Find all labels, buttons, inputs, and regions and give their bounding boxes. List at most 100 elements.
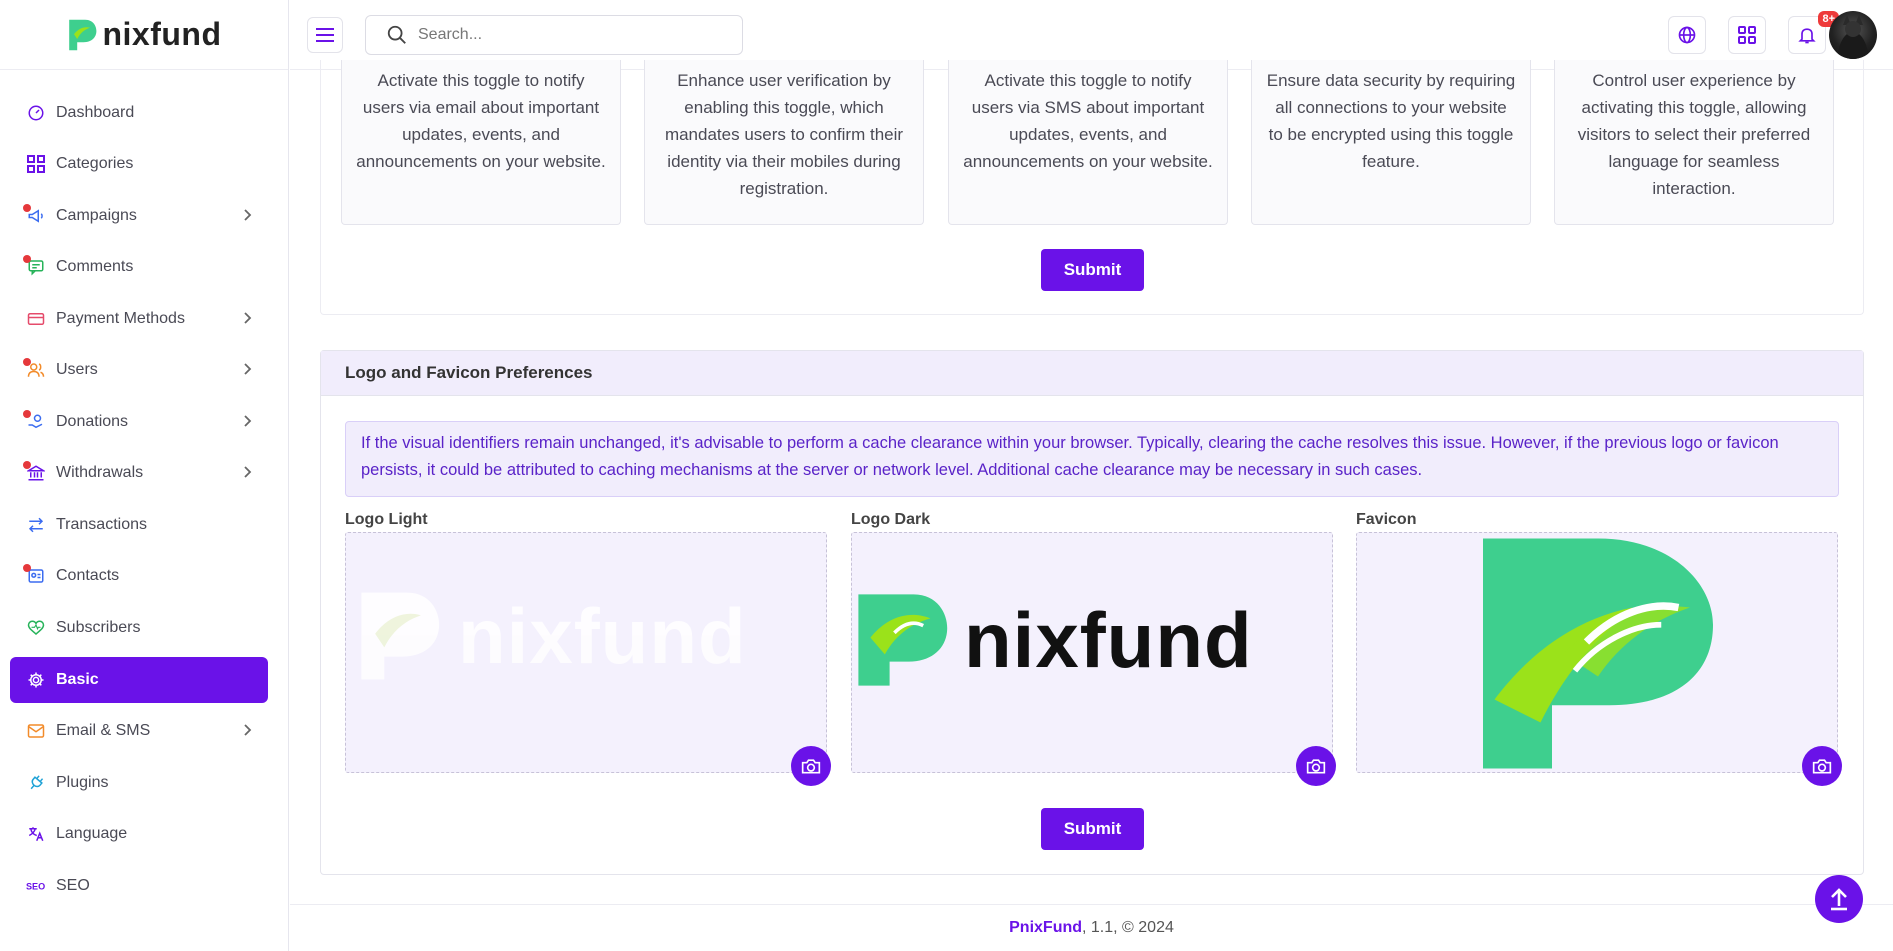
- favicon-label: Favicon: [1356, 511, 1417, 528]
- footer-brand-link[interactable]: PnixFund: [1009, 919, 1082, 937]
- sidebar-item-label: Users: [56, 361, 98, 379]
- mail-icon: [26, 721, 46, 741]
- gear-icon: [26, 670, 46, 690]
- chevron-right-icon: [244, 208, 252, 224]
- sidebar-item-campaigns[interactable]: Campaigns: [10, 190, 268, 242]
- logo-dark-wordmark: nixfund: [964, 595, 1253, 684]
- language-button[interactable]: [1668, 16, 1706, 54]
- search-icon: [387, 25, 406, 44]
- sidebar-item-comments[interactable]: Comments: [10, 242, 268, 294]
- dashboard-icon: [26, 103, 46, 123]
- grid-icon: [26, 154, 46, 174]
- feature-description: Activate this toggle to notify users via…: [356, 71, 606, 171]
- sidebar-item-language[interactable]: Language: [10, 809, 268, 861]
- bank-icon: [23, 461, 46, 483]
- globe-icon: [1678, 26, 1696, 44]
- nixfund-logo-icon: [361, 592, 440, 680]
- sidebar-item-basic[interactable]: Basic: [10, 656, 268, 703]
- card-icon: [26, 309, 46, 329]
- footer-meta: , 1.1, © 2024: [1082, 919, 1174, 936]
- favicon-upload[interactable]: [1356, 532, 1838, 773]
- logo-dark-label: Logo Dark: [851, 511, 931, 528]
- brand[interactable]: nixfund: [0, 0, 288, 70]
- logo-dark-preview: nixfund: [856, 588, 1253, 692]
- toggle-settings-card: Activate this toggle to notify users via…: [320, 60, 1864, 315]
- sidebar-item-label: Transactions: [56, 515, 147, 533]
- user-avatar[interactable]: [1829, 11, 1877, 59]
- sidebar-item-label: Contacts: [56, 567, 120, 585]
- chevron-right-icon: [244, 311, 252, 327]
- nixfund-logo-icon: [69, 19, 97, 50]
- sidebar-item-users[interactable]: Users: [10, 345, 268, 397]
- heart-icon: [26, 618, 46, 638]
- submit-toggles-button[interactable]: Submit: [1041, 249, 1144, 291]
- sidebar-menu: Dashboard Categories Campaigns Comments Paym…: [0, 70, 288, 912]
- scroll-to-top-button[interactable]: [1815, 875, 1863, 923]
- sidebar-item-label: Campaigns: [56, 206, 137, 224]
- feature-card-mobile-verification: Enhance user verification by enabling th…: [644, 60, 924, 225]
- sidebar-item-label: Donations: [56, 412, 129, 430]
- svg-text:SEO: SEO: [26, 881, 45, 891]
- search-input[interactable]: [418, 26, 718, 44]
- arrow-up-icon: [1831, 888, 1847, 911]
- search-box[interactable]: [365, 15, 743, 55]
- notifications-button[interactable]: 8+: [1788, 11, 1839, 54]
- cache-info-alert: If the visual identifiers remain unchang…: [345, 421, 1839, 497]
- brand-logo: nixfund: [66, 16, 221, 53]
- sidebar-item-payment-methods[interactable]: Payment Methods: [10, 293, 268, 345]
- users-icon: [23, 358, 46, 380]
- upload-logo-dark-button[interactable]: [1296, 746, 1336, 786]
- sidebar-item-donations[interactable]: Donations: [10, 396, 268, 448]
- sidebar: nixfund Dashboard Categories Campaigns Comm…: [0, 0, 289, 951]
- sidebar-item-contacts[interactable]: Contacts: [10, 551, 268, 603]
- sidebar-item-label: Dashboard: [56, 103, 135, 121]
- sidebar-item-email-sms[interactable]: Email & SMS: [10, 706, 268, 758]
- logo-favicon-card: Logo and Favicon Preferences If the visu…: [320, 350, 1864, 875]
- sidebar-item-seo[interactable]: SEO SEO: [10, 860, 268, 912]
- donation-icon: [23, 409, 46, 432]
- camera-icon: [1812, 759, 1832, 774]
- sidebar-item-label: Withdrawals: [56, 464, 144, 482]
- sidebar-item-label: Email & SMS: [56, 722, 151, 740]
- main-content: Activate this toggle to notify users via…: [290, 60, 1893, 951]
- sidebar-item-categories[interactable]: Categories: [10, 139, 268, 191]
- sidebar-item-withdrawals[interactable]: Withdrawals: [10, 448, 268, 500]
- feature-card-sms: Activate this toggle to notify users via…: [948, 60, 1228, 225]
- logo-light-label: Logo Light: [345, 511, 428, 528]
- sidebar-item-label: SEO: [56, 876, 90, 894]
- sidebar-item-label: Plugins: [56, 773, 109, 791]
- upload-logo-light-button[interactable]: [791, 746, 831, 786]
- upload-favicon-button[interactable]: [1802, 746, 1842, 786]
- brand-name: nixfund: [102, 16, 222, 52]
- translate-icon: [26, 824, 46, 844]
- bell-icon: [1798, 28, 1816, 44]
- submit-logos-button[interactable]: Submit: [1041, 808, 1144, 850]
- chevron-right-icon: [244, 362, 252, 378]
- feature-description: Control user experience by activating th…: [1577, 71, 1811, 198]
- notification-dot: [23, 203, 31, 212]
- sidebar-item-plugins[interactable]: Plugins: [10, 757, 268, 809]
- logo-dark-upload[interactable]: nixfund: [851, 532, 1333, 773]
- sidebar-item-label: Basic: [56, 670, 99, 688]
- sidebar-item-dashboard[interactable]: Dashboard: [10, 87, 268, 139]
- chevron-right-icon: [244, 414, 252, 430]
- chevron-right-icon: [244, 465, 252, 481]
- sidebar-item-transactions[interactable]: Transactions: [10, 499, 268, 551]
- favicon-preview-icon: [1483, 538, 1713, 769]
- sidebar-item-subscribers[interactable]: Subscribers: [10, 602, 268, 654]
- menu-toggle-button[interactable]: [307, 17, 343, 53]
- logo-light-preview: nixfund: [350, 588, 747, 684]
- sidebar-item-label: Language: [56, 825, 128, 843]
- sidebar-item-label: Categories: [56, 155, 134, 173]
- contact-icon: [23, 564, 46, 586]
- hamburger-icon: [316, 28, 334, 42]
- feature-description: Activate this toggle to notify users via…: [963, 71, 1213, 171]
- feature-card-language: Control user experience by activating th…: [1554, 60, 1834, 225]
- apps-button[interactable]: [1728, 16, 1766, 54]
- logo-light-upload[interactable]: nixfund: [345, 532, 827, 773]
- footer: PnixFund , 1.1, © 2024: [290, 904, 1893, 951]
- feature-description: Ensure data security by requiring all co…: [1266, 71, 1516, 171]
- chevron-right-icon: [244, 723, 252, 739]
- camera-icon: [801, 759, 821, 774]
- sidebar-item-label: Comments: [56, 258, 134, 276]
